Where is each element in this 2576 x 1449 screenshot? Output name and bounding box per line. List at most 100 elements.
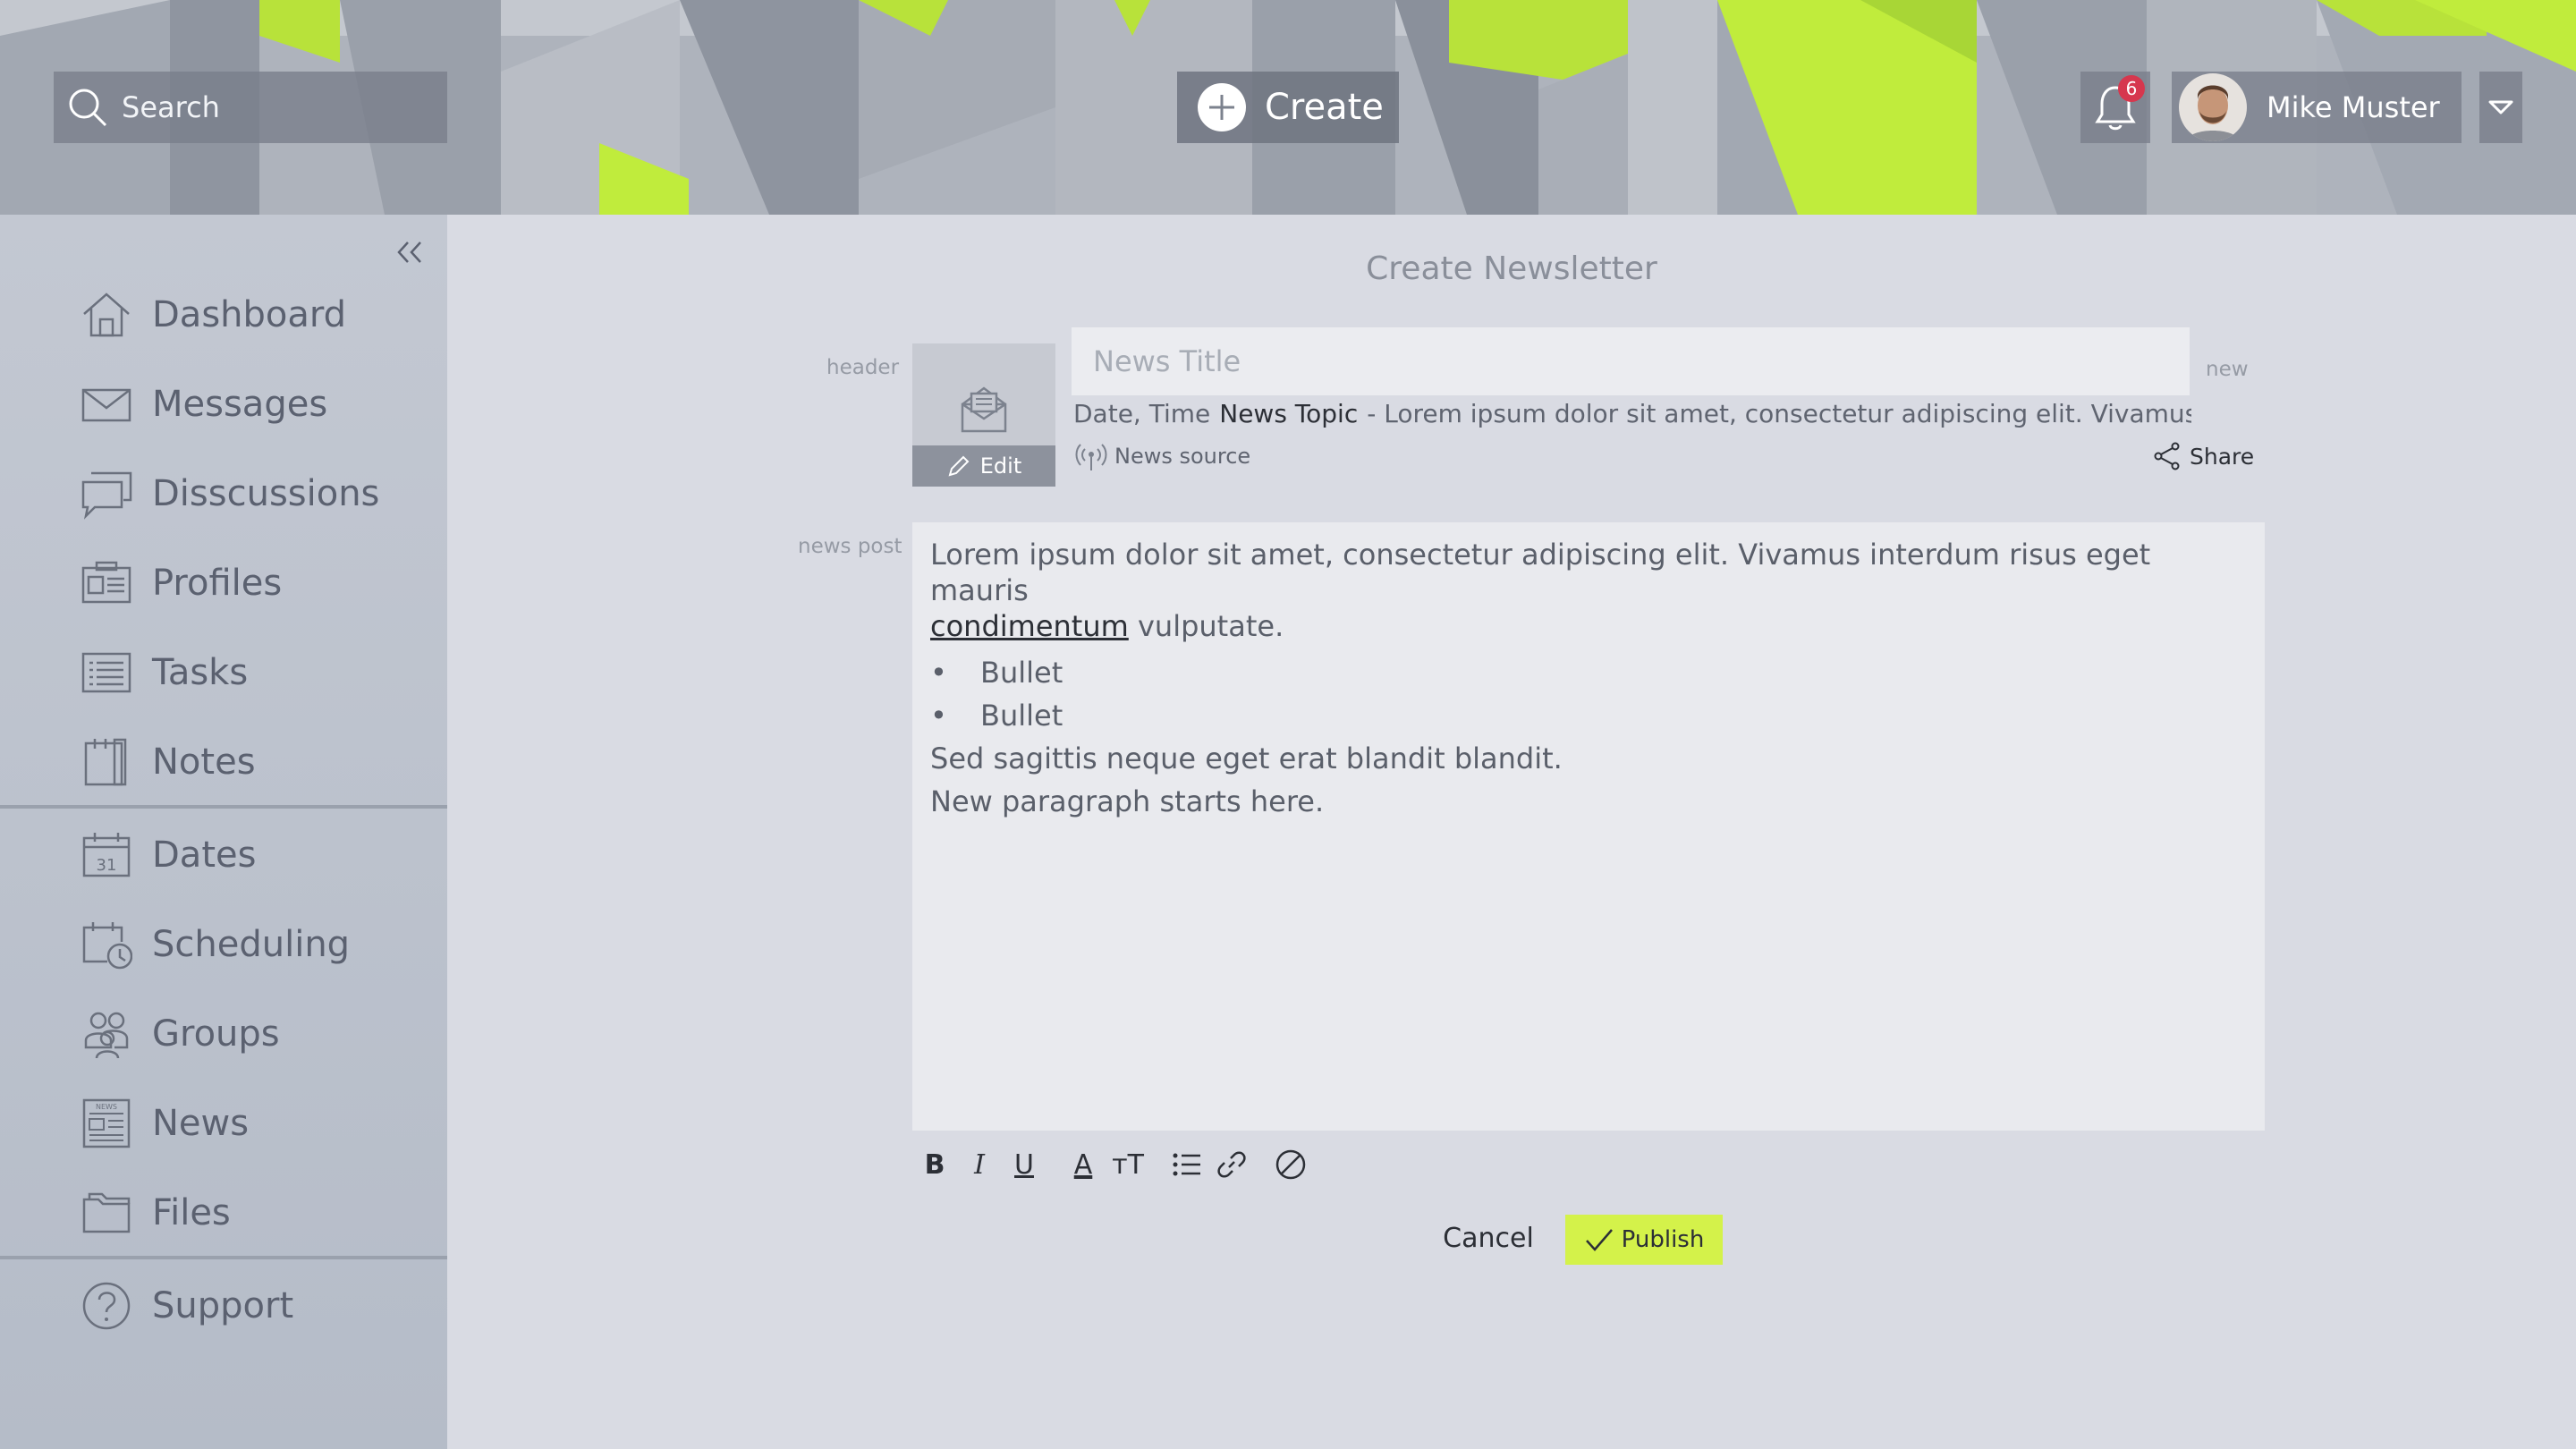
formatting-toolbar: B I U A тT — [912, 1138, 1313, 1191]
italic-button[interactable]: I — [957, 1142, 1002, 1187]
news-date-time: Date, Time — [1073, 399, 1211, 428]
news-meta-line: Date, Time News Topic - Lorem ipsum dolor … — [1073, 399, 2191, 435]
insert-link-button[interactable] — [1209, 1142, 1254, 1187]
font-size-button[interactable]: тT — [1106, 1142, 1150, 1187]
list-item-text: Bullet — [980, 656, 1063, 690]
user-menu[interactable]: Mike Muster — [2172, 72, 2462, 143]
bullet-list-icon — [1173, 1153, 1200, 1176]
bullet-dot: • — [930, 656, 947, 690]
help-icon — [82, 1282, 131, 1330]
nav-group-organize: 31 Dates Scheduling Groups NEWS News Fil… — [0, 810, 447, 1258]
sidebar-item-label: Files — [152, 1192, 231, 1233]
sidebar-item-tasks[interactable]: Tasks — [0, 628, 447, 717]
list-item: • Bullet — [930, 694, 2247, 737]
nav-group-help: Support — [0, 1261, 447, 1351]
sidebar-item-label: Dashboard — [152, 294, 347, 335]
search-input[interactable]: Search — [54, 72, 447, 143]
newsletter-envelope-icon — [961, 386, 1007, 433]
sidebar-item-label: Notes — [152, 741, 256, 783]
sidebar-item-label: Profiles — [152, 563, 283, 604]
notifications-button[interactable]: 6 — [2080, 72, 2150, 143]
editor-paragraph: New paragraph starts here. — [930, 784, 1325, 818]
profile-card-icon — [81, 561, 131, 604]
user-name: Mike Muster — [2267, 90, 2440, 124]
plus-circle-icon — [1198, 83, 1246, 131]
news-post-editor[interactable]: Lorem ipsum dolor sit amet, consectetur … — [912, 522, 2265, 1131]
sidebar-item-support[interactable]: Support — [0, 1261, 447, 1351]
cancel-button[interactable]: Cancel — [1435, 1215, 1542, 1261]
news-icon: NEWS — [82, 1098, 131, 1148]
sidebar-item-label: Messages — [152, 384, 328, 425]
create-label: Create — [1265, 87, 1384, 128]
new-label: new — [2206, 358, 2249, 381]
mail-icon — [81, 388, 131, 422]
search-placeholder: Search — [122, 90, 220, 124]
page-title: Create Newsletter — [1366, 250, 1657, 287]
sidebar-item-news[interactable]: NEWS News — [0, 1079, 447, 1168]
chevron-down-icon — [2488, 100, 2513, 114]
sidebar-item-scheduling[interactable]: Scheduling — [0, 900, 447, 989]
double-chevron-left-icon — [397, 242, 421, 263]
sidebar-item-messages[interactable]: Messages — [0, 360, 447, 449]
bold-button[interactable]: B — [912, 1142, 957, 1187]
edit-image-button[interactable]: Edit — [912, 445, 1055, 487]
sidebar-divider — [0, 1256, 447, 1259]
news-topic: News Topic — [1219, 399, 1359, 428]
underline-button[interactable]: U — [1002, 1142, 1046, 1187]
sidebar-item-dates[interactable]: 31 Dates — [0, 810, 447, 900]
clear-formatting-button[interactable] — [1268, 1142, 1313, 1187]
font-color-button[interactable]: A — [1061, 1142, 1106, 1187]
paragraph-text: Lorem ipsum dolor sit amet, consectetur … — [930, 538, 2151, 607]
news-source-label: News source — [1114, 444, 1251, 469]
schedule-icon — [82, 922, 132, 970]
list-item: • Bullet — [930, 651, 2247, 694]
main-content: Create Newsletter header Edit News Title… — [447, 215, 2576, 1449]
condimentum-link[interactable]: condimentum — [930, 609, 1129, 643]
publish-label: Publish — [1621, 1226, 1705, 1253]
sidebar-item-disscussions[interactable]: Disscussions — [0, 449, 447, 538]
collapse-sidebar-button[interactable] — [390, 233, 429, 272]
broadcast-icon — [1075, 444, 1107, 470]
folder-icon — [82, 1192, 131, 1233]
sidebar-item-groups[interactable]: Groups — [0, 989, 447, 1079]
news-post-label: news post — [798, 535, 902, 558]
home-icon — [83, 292, 130, 337]
header-label: header — [826, 356, 900, 379]
notes-icon — [84, 738, 127, 786]
sidebar: Dashboard Messages Disscussions Profiles… — [0, 215, 447, 1449]
user-dropdown-button[interactable] — [2479, 72, 2522, 143]
link-icon — [1217, 1151, 1246, 1178]
clear-format-icon — [1275, 1149, 1306, 1180]
sidebar-item-dashboard[interactable]: Dashboard — [0, 270, 447, 360]
editor-paragraph: Lorem ipsum dolor sit amet, consectetur … — [930, 537, 2247, 644]
sidebar-item-notes[interactable]: Notes — [0, 717, 447, 807]
bullet-list-button[interactable] — [1165, 1142, 1209, 1187]
news-icon-text: NEWS — [96, 1103, 117, 1111]
create-button[interactable]: Create — [1177, 72, 1399, 143]
news-source-link[interactable]: News source — [1073, 440, 1250, 472]
avatar — [2179, 73, 2247, 141]
share-label: Share — [2190, 443, 2255, 470]
share-icon — [2154, 442, 2180, 470]
paragraph-text: vulputate. — [1128, 609, 1284, 643]
nav-group-main: Dashboard Messages Disscussions Profiles… — [0, 270, 447, 807]
share-button[interactable]: Share — [2152, 438, 2254, 474]
search-icon — [69, 89, 107, 127]
user-avatar-icon — [2179, 73, 2247, 141]
header-image-placeholder[interactable]: Edit — [912, 343, 1055, 487]
sidebar-item-label: News — [152, 1103, 250, 1144]
sidebar-divider — [0, 805, 447, 809]
sidebar-item-files[interactable]: Files — [0, 1168, 447, 1258]
sidebar-item-profiles[interactable]: Profiles — [0, 538, 447, 628]
top-header: Search Create 6 Mike Muster — [0, 0, 2576, 215]
editor-paragraph: Sed sagittis neque eget erat blandit bla… — [930, 741, 1563, 775]
groups-icon — [84, 1012, 129, 1059]
calendar-day: 31 — [97, 856, 117, 875]
publish-button[interactable]: Publish — [1565, 1215, 1723, 1265]
news-title-placeholder: News Title — [1093, 344, 1241, 378]
sidebar-item-label: Tasks — [152, 652, 249, 693]
sidebar-item-label: Disscussions — [152, 473, 380, 514]
edit-label: Edit — [979, 453, 1022, 479]
pencil-icon — [948, 455, 970, 477]
news-title-input[interactable]: News Title — [1072, 327, 2190, 395]
